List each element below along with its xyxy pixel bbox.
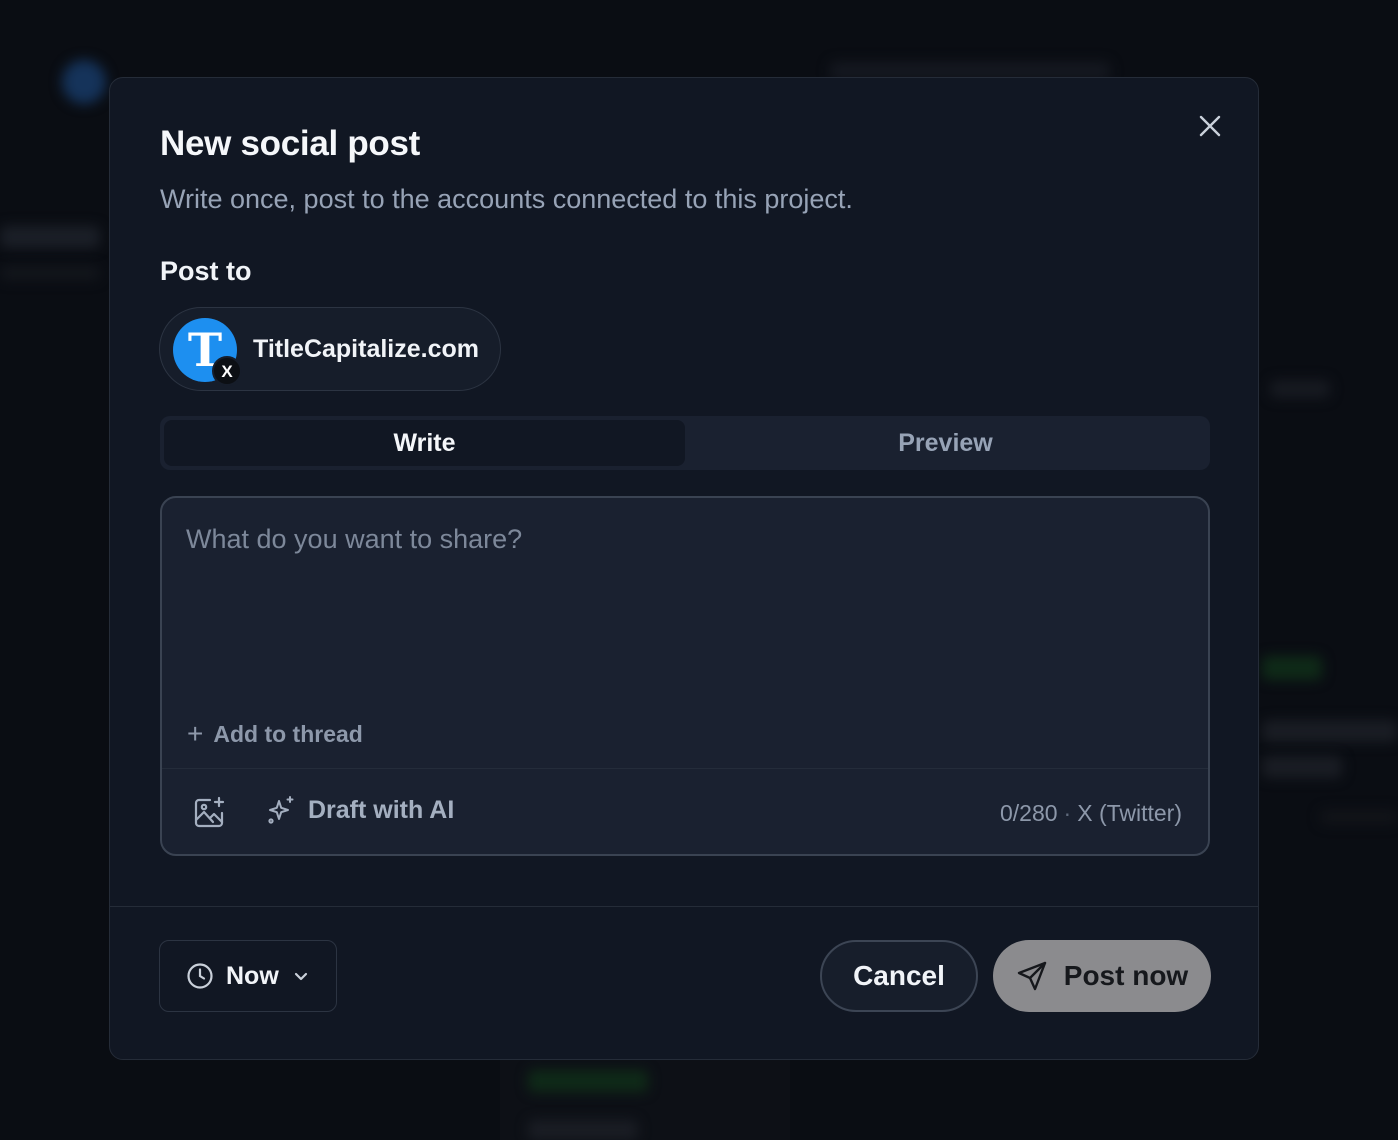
account-chip[interactable]: T X TitleCapitalize.com	[159, 307, 501, 391]
close-icon	[1199, 115, 1221, 137]
platform-name: X (Twitter)	[1077, 800, 1182, 826]
character-counter: 0/280 · X (Twitter)	[1000, 800, 1182, 827]
x-logo-icon: X	[212, 356, 242, 386]
add-media-button[interactable]	[192, 796, 226, 830]
add-to-thread-button[interactable]: + Add to thread	[187, 720, 363, 748]
background-text-block	[0, 226, 100, 248]
post-editor: + Add to thread Draft with AI 0/280·X (T…	[160, 496, 1210, 856]
close-button[interactable]	[1193, 109, 1227, 143]
background-status-badge	[528, 1070, 648, 1092]
background-text-block	[1262, 756, 1342, 778]
editor-tabs: Write Preview	[160, 416, 1210, 470]
post-now-label: Post now	[1063, 960, 1189, 991]
background-status-badge	[1262, 656, 1322, 680]
dialog-subtitle: Write once, post to the accounts connect…	[160, 184, 853, 214]
sparkles-icon	[268, 796, 294, 824]
account-name: TitleCapitalize.com	[253, 335, 479, 363]
background-text-block	[1270, 380, 1330, 398]
background-text-block	[1320, 810, 1398, 824]
draft-with-ai-button[interactable]: Draft with AI	[266, 795, 454, 825]
add-to-thread-label: Add to thread	[213, 720, 363, 747]
cancel-button[interactable]: Cancel	[820, 940, 978, 1012]
tab-write[interactable]: Write	[164, 420, 685, 466]
schedule-label: Now	[226, 961, 279, 990]
background-text-block	[528, 1120, 638, 1140]
post-text-input[interactable]	[186, 524, 1186, 694]
editor-divider	[162, 768, 1208, 769]
send-icon	[1017, 961, 1046, 991]
draft-with-ai-label: Draft with AI	[308, 795, 455, 824]
post-now-button[interactable]: Post now	[993, 940, 1211, 1012]
schedule-dropdown[interactable]: Now	[159, 940, 337, 1012]
counter-separator: ·	[1063, 800, 1072, 826]
dialog-title: New social post	[160, 124, 421, 163]
character-count: 0/280	[999, 800, 1058, 826]
clock-icon	[187, 963, 213, 989]
image-add-icon	[194, 796, 225, 828]
new-post-dialog: New social post Write once, post to the …	[109, 77, 1259, 1060]
post-to-label: Post to	[160, 256, 252, 286]
background-logo	[62, 60, 106, 104]
background-text-block	[1262, 720, 1398, 742]
plus-icon: +	[187, 718, 204, 749]
chevron-down-icon	[294, 972, 307, 981]
tab-preview[interactable]: Preview	[685, 420, 1206, 466]
background-text-block	[0, 266, 100, 280]
footer-divider	[110, 906, 1258, 907]
